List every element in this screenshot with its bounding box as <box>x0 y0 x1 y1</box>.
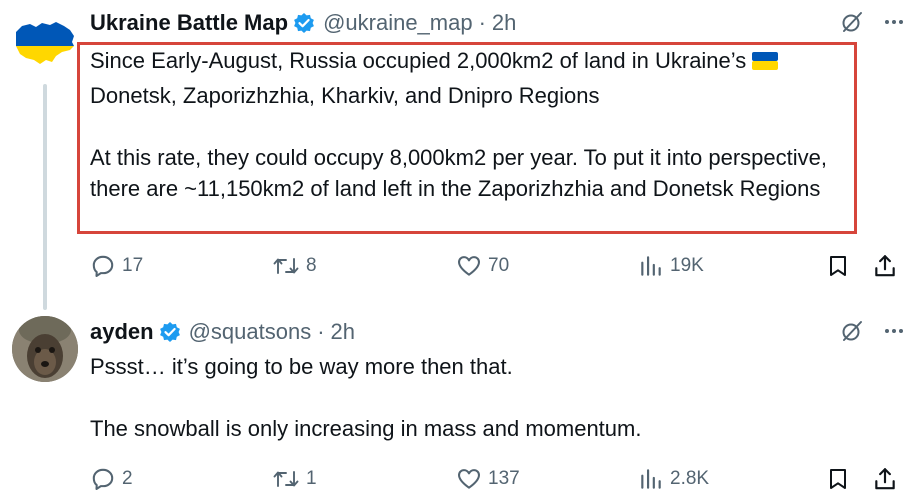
tweet-action-bar: 17 8 70 19K <box>0 248 924 284</box>
ukraine-map-avatar-icon <box>12 10 78 76</box>
display-name[interactable]: Ukraine Battle Map <box>90 10 288 36</box>
bookmark-icon <box>830 256 846 276</box>
tweet-top-actions <box>840 319 906 348</box>
timestamp[interactable]: 2h <box>492 10 516 36</box>
like-button[interactable]: 137 <box>456 461 520 497</box>
handle[interactable]: @squatsons <box>189 319 312 345</box>
views-button[interactable]: 2.8K <box>638 461 709 497</box>
views-icon <box>641 256 661 276</box>
share-icon <box>875 255 895 277</box>
more-icon[interactable] <box>882 319 906 348</box>
bookmark-icon <box>830 469 846 489</box>
verified-badge-icon <box>159 321 181 343</box>
reply-button[interactable]: 17 <box>90 248 143 284</box>
share-button[interactable] <box>872 248 898 284</box>
separator-dot: · <box>317 319 325 344</box>
repost-button[interactable]: 1 <box>272 461 317 497</box>
views-count: 2.8K <box>670 468 710 489</box>
bookmark-button[interactable] <box>826 461 850 497</box>
tweet-body: Pssst… it’s going to be way more then th… <box>90 351 850 444</box>
tweet-action-bar: 2 1 137 2.8K <box>0 461 924 497</box>
share-button[interactable] <box>872 461 898 497</box>
repost-icon <box>273 471 299 487</box>
tweet-paragraph-1: Pssst… it’s going to be way more then th… <box>90 354 513 379</box>
avatar-ayden[interactable] <box>12 316 78 382</box>
tweet-header: Ukraine Battle Map @ukraine_map · 2h <box>90 8 516 38</box>
views-icon <box>641 469 661 489</box>
views-button[interactable]: 19K <box>638 248 704 284</box>
like-count: 137 <box>488 468 520 489</box>
repost-button[interactable]: 8 <box>272 248 317 284</box>
thread-view: Ukraine Battle Map @ukraine_map · 2h Sin… <box>0 0 924 503</box>
like-icon <box>458 256 480 276</box>
repost-icon <box>273 258 299 274</box>
repost-count: 1 <box>306 468 317 489</box>
like-button[interactable]: 70 <box>456 248 509 284</box>
reply-button[interactable]: 2 <box>90 461 133 497</box>
like-count: 70 <box>488 255 510 276</box>
tweet-header: ayden @squatsons · 2h <box>90 317 355 347</box>
views-count: 19K <box>670 255 704 276</box>
grok-icon[interactable] <box>840 319 864 348</box>
more-icon[interactable] <box>882 10 906 39</box>
handle[interactable]: @ukraine_map <box>323 10 473 36</box>
separator-dot: · <box>478 10 486 35</box>
tweet-paragraph-2: The snowball is only increasing in mass … <box>90 416 642 441</box>
reply-icon <box>92 255 114 277</box>
bookmark-button[interactable] <box>826 248 850 284</box>
share-icon <box>875 468 895 490</box>
verified-badge-icon <box>293 12 315 34</box>
reply-icon <box>92 468 114 490</box>
tweet-top-actions <box>840 10 906 39</box>
timestamp[interactable]: 2h <box>331 319 355 345</box>
repost-count: 8 <box>306 255 317 276</box>
reply-count: 17 <box>122 255 144 276</box>
grok-icon[interactable] <box>840 10 864 39</box>
like-icon <box>458 469 480 489</box>
avatar-ukraine-battle-map[interactable] <box>12 10 78 76</box>
highlight-annotation-box <box>77 42 857 234</box>
display-name[interactable]: ayden <box>90 319 154 345</box>
user-photo-avatar-icon <box>12 316 78 382</box>
reply-count: 2 <box>122 468 133 489</box>
